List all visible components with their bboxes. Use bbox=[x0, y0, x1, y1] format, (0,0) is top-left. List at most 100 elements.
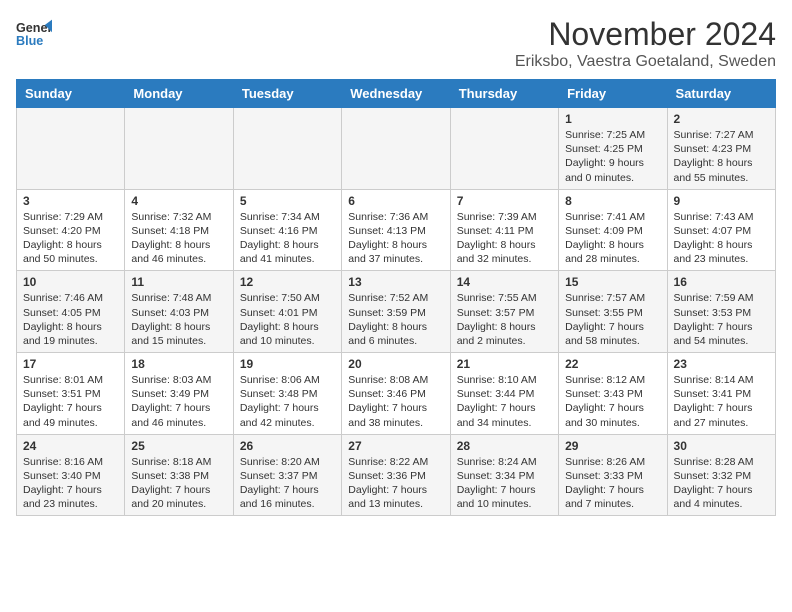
calendar-week-row: 24 Sunrise: 8:16 AM Sunset: 3:40 PM Dayli… bbox=[17, 434, 776, 516]
weekday-header-friday: Friday bbox=[559, 80, 667, 108]
day-number: 8 bbox=[565, 194, 660, 208]
day-number: 18 bbox=[131, 357, 226, 371]
day-number: 19 bbox=[240, 357, 335, 371]
calendar-table: SundayMondayTuesdayWednesdayThursdayFrid… bbox=[16, 79, 776, 516]
weekday-header-row: SundayMondayTuesdayWednesdayThursdayFrid… bbox=[17, 80, 776, 108]
calendar-cell: 5 Sunrise: 7:34 AM Sunset: 4:16 PM Daylig… bbox=[233, 189, 341, 271]
calendar-cell: 12 Sunrise: 7:50 AM Sunset: 4:01 PM Dayli… bbox=[233, 271, 341, 353]
day-info: Sunrise: 8:16 AM Sunset: 3:40 PM Dayligh… bbox=[23, 455, 118, 512]
day-number: 9 bbox=[674, 194, 769, 208]
day-number: 2 bbox=[674, 112, 769, 126]
day-number: 27 bbox=[348, 439, 443, 453]
calendar-cell: 27 Sunrise: 8:22 AM Sunset: 3:36 PM Dayli… bbox=[342, 434, 450, 516]
day-info: Sunrise: 7:46 AM Sunset: 4:05 PM Dayligh… bbox=[23, 291, 118, 348]
day-number: 16 bbox=[674, 275, 769, 289]
calendar-week-row: 1 Sunrise: 7:25 AM Sunset: 4:25 PM Daylig… bbox=[17, 108, 776, 190]
day-info: Sunrise: 7:59 AM Sunset: 3:53 PM Dayligh… bbox=[674, 291, 769, 348]
weekday-header-wednesday: Wednesday bbox=[342, 80, 450, 108]
day-number: 14 bbox=[457, 275, 552, 289]
day-info: Sunrise: 8:18 AM Sunset: 3:38 PM Dayligh… bbox=[131, 455, 226, 512]
day-number: 1 bbox=[565, 112, 660, 126]
day-info: Sunrise: 7:43 AM Sunset: 4:07 PM Dayligh… bbox=[674, 210, 769, 267]
weekday-header-saturday: Saturday bbox=[667, 80, 775, 108]
day-number: 28 bbox=[457, 439, 552, 453]
day-number: 7 bbox=[457, 194, 552, 208]
day-number: 10 bbox=[23, 275, 118, 289]
day-number: 20 bbox=[348, 357, 443, 371]
day-number: 26 bbox=[240, 439, 335, 453]
day-info: Sunrise: 8:12 AM Sunset: 3:43 PM Dayligh… bbox=[565, 373, 660, 430]
day-number: 24 bbox=[23, 439, 118, 453]
day-number: 6 bbox=[348, 194, 443, 208]
day-number: 12 bbox=[240, 275, 335, 289]
day-info: Sunrise: 7:52 AM Sunset: 3:59 PM Dayligh… bbox=[348, 291, 443, 348]
day-info: Sunrise: 7:27 AM Sunset: 4:23 PM Dayligh… bbox=[674, 128, 769, 185]
day-info: Sunrise: 7:29 AM Sunset: 4:20 PM Dayligh… bbox=[23, 210, 118, 267]
calendar-cell: 4Sunrise: 7:32 AM Sunset: 4:18 PM Daylig… bbox=[125, 189, 233, 271]
calendar-cell bbox=[450, 108, 558, 190]
day-info: Sunrise: 7:25 AM Sunset: 4:25 PM Dayligh… bbox=[565, 128, 660, 185]
day-info: Sunrise: 7:34 AM Sunset: 4:16 PM Dayligh… bbox=[240, 210, 335, 267]
calendar-cell: 30 Sunrise: 8:28 AM Sunset: 3:32 PM Dayli… bbox=[667, 434, 775, 516]
calendar-cell: 3 Sunrise: 7:29 AM Sunset: 4:20 PM Daylig… bbox=[17, 189, 125, 271]
calendar-cell: 28 Sunrise: 8:24 AM Sunset: 3:34 PM Dayli… bbox=[450, 434, 558, 516]
calendar-cell: 24 Sunrise: 8:16 AM Sunset: 3:40 PM Dayli… bbox=[17, 434, 125, 516]
day-info: Sunrise: 7:50 AM Sunset: 4:01 PM Dayligh… bbox=[240, 291, 335, 348]
day-info: Sunrise: 8:22 AM Sunset: 3:36 PM Dayligh… bbox=[348, 455, 443, 512]
page-header: General Blue November 2024 Eriksbo, Vaes… bbox=[16, 16, 776, 71]
day-number: 29 bbox=[565, 439, 660, 453]
calendar-week-row: 17Sunrise: 8:01 AM Sunset: 3:51 PM Dayli… bbox=[17, 353, 776, 435]
weekday-header-thursday: Thursday bbox=[450, 80, 558, 108]
day-number: 21 bbox=[457, 357, 552, 371]
calendar-cell: 19Sunrise: 8:06 AM Sunset: 3:48 PM Dayli… bbox=[233, 353, 341, 435]
calendar-cell bbox=[342, 108, 450, 190]
calendar-cell: 17Sunrise: 8:01 AM Sunset: 3:51 PM Dayli… bbox=[17, 353, 125, 435]
calendar-cell: 1 Sunrise: 7:25 AM Sunset: 4:25 PM Daylig… bbox=[559, 108, 667, 190]
day-info: Sunrise: 8:08 AM Sunset: 3:46 PM Dayligh… bbox=[348, 373, 443, 430]
calendar-cell: 22 Sunrise: 8:12 AM Sunset: 3:43 PM Dayli… bbox=[559, 353, 667, 435]
day-info: Sunrise: 8:28 AM Sunset: 3:32 PM Dayligh… bbox=[674, 455, 769, 512]
calendar-cell: 23 Sunrise: 8:14 AM Sunset: 3:41 PM Dayli… bbox=[667, 353, 775, 435]
calendar-cell: 29 Sunrise: 8:26 AM Sunset: 3:33 PM Dayli… bbox=[559, 434, 667, 516]
day-info: Sunrise: 8:10 AM Sunset: 3:44 PM Dayligh… bbox=[457, 373, 552, 430]
calendar-cell: 14Sunrise: 7:55 AM Sunset: 3:57 PM Dayli… bbox=[450, 271, 558, 353]
calendar-cell: 16 Sunrise: 7:59 AM Sunset: 3:53 PM Dayli… bbox=[667, 271, 775, 353]
calendar-cell bbox=[125, 108, 233, 190]
page-title: November 2024 bbox=[515, 16, 776, 53]
day-number: 5 bbox=[240, 194, 335, 208]
calendar-cell bbox=[233, 108, 341, 190]
day-number: 30 bbox=[674, 439, 769, 453]
calendar-cell: 21 Sunrise: 8:10 AM Sunset: 3:44 PM Dayli… bbox=[450, 353, 558, 435]
calendar-week-row: 10 Sunrise: 7:46 AM Sunset: 4:05 PM Dayli… bbox=[17, 271, 776, 353]
day-number: 17 bbox=[23, 357, 118, 371]
calendar-cell: 15 Sunrise: 7:57 AM Sunset: 3:55 PM Dayli… bbox=[559, 271, 667, 353]
logo: General Blue bbox=[16, 16, 52, 52]
day-info: Sunrise: 7:36 AM Sunset: 4:13 PM Dayligh… bbox=[348, 210, 443, 267]
calendar-cell: 7 Sunrise: 7:39 AM Sunset: 4:11 PM Daylig… bbox=[450, 189, 558, 271]
day-info: Sunrise: 8:14 AM Sunset: 3:41 PM Dayligh… bbox=[674, 373, 769, 430]
calendar-cell: 26 Sunrise: 8:20 AM Sunset: 3:37 PM Dayli… bbox=[233, 434, 341, 516]
day-info: Sunrise: 8:20 AM Sunset: 3:37 PM Dayligh… bbox=[240, 455, 335, 512]
weekday-header-sunday: Sunday bbox=[17, 80, 125, 108]
day-info: Sunrise: 8:03 AM Sunset: 3:49 PM Dayligh… bbox=[131, 373, 226, 430]
day-number: 3 bbox=[23, 194, 118, 208]
day-info: Sunrise: 7:57 AM Sunset: 3:55 PM Dayligh… bbox=[565, 291, 660, 348]
calendar-cell: 18 Sunrise: 8:03 AM Sunset: 3:49 PM Dayli… bbox=[125, 353, 233, 435]
weekday-header-monday: Monday bbox=[125, 80, 233, 108]
day-info: Sunrise: 7:39 AM Sunset: 4:11 PM Dayligh… bbox=[457, 210, 552, 267]
calendar-cell: 10 Sunrise: 7:46 AM Sunset: 4:05 PM Dayli… bbox=[17, 271, 125, 353]
day-number: 15 bbox=[565, 275, 660, 289]
calendar-cell: 8Sunrise: 7:41 AM Sunset: 4:09 PM Daylig… bbox=[559, 189, 667, 271]
title-block: November 2024 Eriksbo, Vaestra Goetaland… bbox=[515, 16, 776, 71]
day-number: 23 bbox=[674, 357, 769, 371]
calendar-cell: 9 Sunrise: 7:43 AM Sunset: 4:07 PM Daylig… bbox=[667, 189, 775, 271]
day-info: Sunrise: 8:26 AM Sunset: 3:33 PM Dayligh… bbox=[565, 455, 660, 512]
day-info: Sunrise: 8:24 AM Sunset: 3:34 PM Dayligh… bbox=[457, 455, 552, 512]
calendar-cell: 13Sunrise: 7:52 AM Sunset: 3:59 PM Dayli… bbox=[342, 271, 450, 353]
calendar-cell: 25Sunrise: 8:18 AM Sunset: 3:38 PM Dayli… bbox=[125, 434, 233, 516]
day-number: 22 bbox=[565, 357, 660, 371]
day-info: Sunrise: 7:32 AM Sunset: 4:18 PM Dayligh… bbox=[131, 210, 226, 267]
weekday-header-tuesday: Tuesday bbox=[233, 80, 341, 108]
calendar-cell: 20 Sunrise: 8:08 AM Sunset: 3:46 PM Dayli… bbox=[342, 353, 450, 435]
day-number: 11 bbox=[131, 275, 226, 289]
